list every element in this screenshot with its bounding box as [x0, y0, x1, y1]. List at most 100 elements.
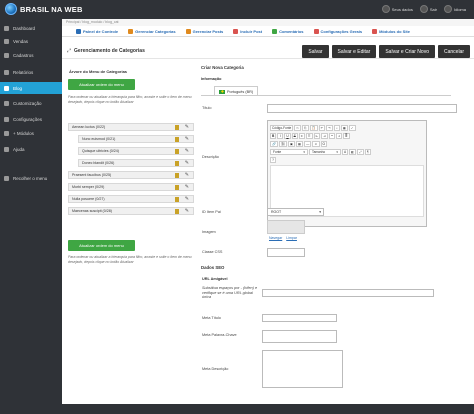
align-center-icon[interactable]: ≣ [342, 132, 350, 139]
tab-painel[interactable]: Painel de Controle [76, 28, 118, 34]
tree-node[interactable]: Quisque ultricies (0/24) ✎ [78, 147, 194, 155]
update-order-button-bottom[interactable]: Atualizar ordem do menu [68, 240, 135, 251]
tab-posts[interactable]: Gerenciar Posts [185, 28, 223, 34]
select-all-icon[interactable]: ▦ [340, 124, 348, 131]
edit-icon[interactable] [174, 197, 179, 202]
tab-incluir-post[interactable]: Incluir Post [233, 28, 262, 34]
hr-icon[interactable]: ― [304, 140, 312, 147]
edit-icon[interactable] [174, 173, 179, 178]
edit-icon[interactable] [174, 209, 179, 214]
editor-toolbar-row-5: ? [270, 156, 276, 163]
sidebar-item-blog[interactable]: Blog [0, 82, 62, 94]
pencil-icon[interactable]: ✎ [185, 125, 189, 130]
node-label: Nunc euismod (0/21) [82, 137, 116, 141]
meta-keywords-input[interactable] [262, 330, 337, 343]
numbered-list-icon[interactable]: ≡ [298, 132, 305, 139]
tree-node[interactable]: Nunc euismod (0/21) ✎ [78, 135, 194, 143]
browse-link[interactable]: Navegar [269, 236, 282, 240]
sidebar-item-dashboard[interactable]: Dashboard [0, 22, 62, 34]
tab-config[interactable]: Configurações Gerais [313, 28, 362, 34]
pencil-icon[interactable]: ✎ [185, 137, 189, 142]
tree-node[interactable]: Praesent faucibus (0/25) ✎ [68, 171, 194, 179]
redo-icon[interactable]: ↷ [326, 124, 333, 131]
pencil-icon[interactable]: ✎ [185, 209, 189, 214]
table-icon[interactable]: ▦ [296, 140, 304, 147]
bold-icon[interactable]: B [270, 132, 277, 139]
profile-link[interactable]: Seus dados [381, 5, 413, 13]
tree-node[interactable]: Aenean luctus (0/22) ✎ [68, 123, 194, 131]
pencil-icon[interactable]: ✎ [185, 197, 189, 202]
font-select[interactable]: Fonte ▾ [270, 148, 308, 155]
show-blocks-icon[interactable]: ¶ [364, 148, 371, 155]
title-input[interactable] [267, 104, 457, 113]
text-color-icon[interactable]: A [342, 148, 349, 155]
strike-icon[interactable]: S [291, 132, 298, 139]
clear-link[interactable]: Limpar [286, 236, 297, 240]
special-char-icon[interactable]: Ω [320, 140, 327, 147]
save-button[interactable]: Salvar [302, 45, 329, 58]
cancel-button[interactable]: Cancelar [437, 45, 470, 58]
tree-node[interactable]: Morbi semper (0/29) ✎ [68, 183, 194, 191]
sidebar-item-relatorios[interactable]: Relatórios [0, 66, 62, 78]
pencil-icon[interactable]: ✎ [185, 149, 189, 154]
bullet-list-icon[interactable]: ☰ [305, 132, 313, 139]
edit-icon[interactable] [174, 185, 179, 190]
spellcheck-icon[interactable]: ✓ [348, 124, 356, 131]
size-select-label: Tamanho [312, 149, 326, 154]
pencil-icon[interactable]: ✎ [185, 185, 189, 190]
sidebar-item-configuracoes[interactable]: Configurações [0, 113, 62, 125]
bg-color-icon[interactable]: ◧ [349, 148, 357, 155]
css-class-input[interactable] [267, 248, 305, 257]
smiley-icon[interactable]: ☺ [312, 140, 320, 147]
language-link[interactable]: Idioma [443, 5, 466, 13]
edit-icon[interactable] [174, 125, 179, 130]
sidebar-item-cadastros[interactable]: Cadastros [0, 49, 62, 61]
editor-toolbar-row-4: Fonte ▾ Tamanho ▾ A ◧ ⤢ ¶ [270, 148, 371, 155]
meta-description-input[interactable] [262, 350, 343, 388]
update-order-button-top[interactable]: Atualizar ordem do menu [68, 79, 135, 90]
find-icon[interactable]: ⌕ [333, 124, 340, 131]
save-new-button[interactable]: Salvar e Criar Novo [379, 45, 435, 58]
edit-icon[interactable] [174, 137, 179, 142]
tree-node[interactable]: Maecenas suscipit (0/28) ✎ [68, 207, 194, 215]
source-button[interactable]: Código-Fonte [270, 124, 294, 131]
quote-icon[interactable]: ❝ [328, 132, 335, 139]
about-icon[interactable]: ? [270, 156, 276, 163]
cut-icon[interactable]: ✂ [294, 124, 301, 131]
tab-comentarios[interactable]: Comentários [272, 28, 304, 34]
sidebar-item-customizacao[interactable]: Customização [0, 97, 62, 109]
indent-icon[interactable]: ⇥ [321, 132, 328, 139]
save-edit-button[interactable]: Salvar e Editar [331, 45, 377, 58]
tab-categorias[interactable]: Gerenciar Categorias [128, 28, 176, 34]
edit-icon[interactable] [174, 161, 179, 166]
maximize-icon[interactable]: ⤢ [357, 148, 364, 155]
expand-icon[interactable]: ⤢ [67, 48, 71, 54]
brand[interactable]: BRASIL NA WEB [5, 3, 83, 15]
meta-title-input[interactable] [262, 314, 337, 322]
url-input[interactable] [262, 289, 434, 297]
link-icon[interactable]: 🔗 [270, 140, 278, 147]
logout-link[interactable]: Sair [419, 5, 437, 13]
size-select[interactable]: Tamanho ▾ [309, 148, 341, 155]
align-left-icon[interactable]: ⫷ [335, 132, 342, 139]
pencil-icon[interactable]: ✎ [185, 161, 189, 166]
unlink-icon[interactable]: ⛓ [278, 140, 288, 147]
sidebar-item-ajuda[interactable]: Ajuda [0, 143, 62, 155]
undo-icon[interactable]: ↶ [318, 124, 326, 131]
outdent-icon[interactable]: ⇤ [313, 132, 321, 139]
tree-node[interactable]: Donec blandit (0/26) ✎ [78, 159, 194, 167]
italic-icon[interactable]: I [277, 132, 284, 139]
underline-icon[interactable]: U [284, 132, 291, 139]
copy-icon[interactable]: ⎘ [302, 124, 309, 131]
sidebar-collapse[interactable]: Recolher o menu [0, 172, 62, 184]
pencil-icon[interactable]: ✎ [185, 173, 189, 178]
sidebar-item-modulos[interactable]: + Módulos [0, 127, 62, 139]
sidebar-item-vendas[interactable]: Vendas [0, 35, 62, 47]
image-icon[interactable]: ▣ [288, 140, 296, 147]
puzzle-icon [4, 130, 9, 136]
tree-node[interactable]: Nulla posuere (0/27) ✎ [68, 195, 194, 203]
tab-modulos[interactable]: Módulos do Site [372, 28, 410, 34]
edit-icon[interactable] [174, 149, 179, 154]
parent-select[interactable]: ROOT ▾ [267, 208, 324, 216]
paste-icon[interactable]: 📋 [309, 124, 318, 131]
